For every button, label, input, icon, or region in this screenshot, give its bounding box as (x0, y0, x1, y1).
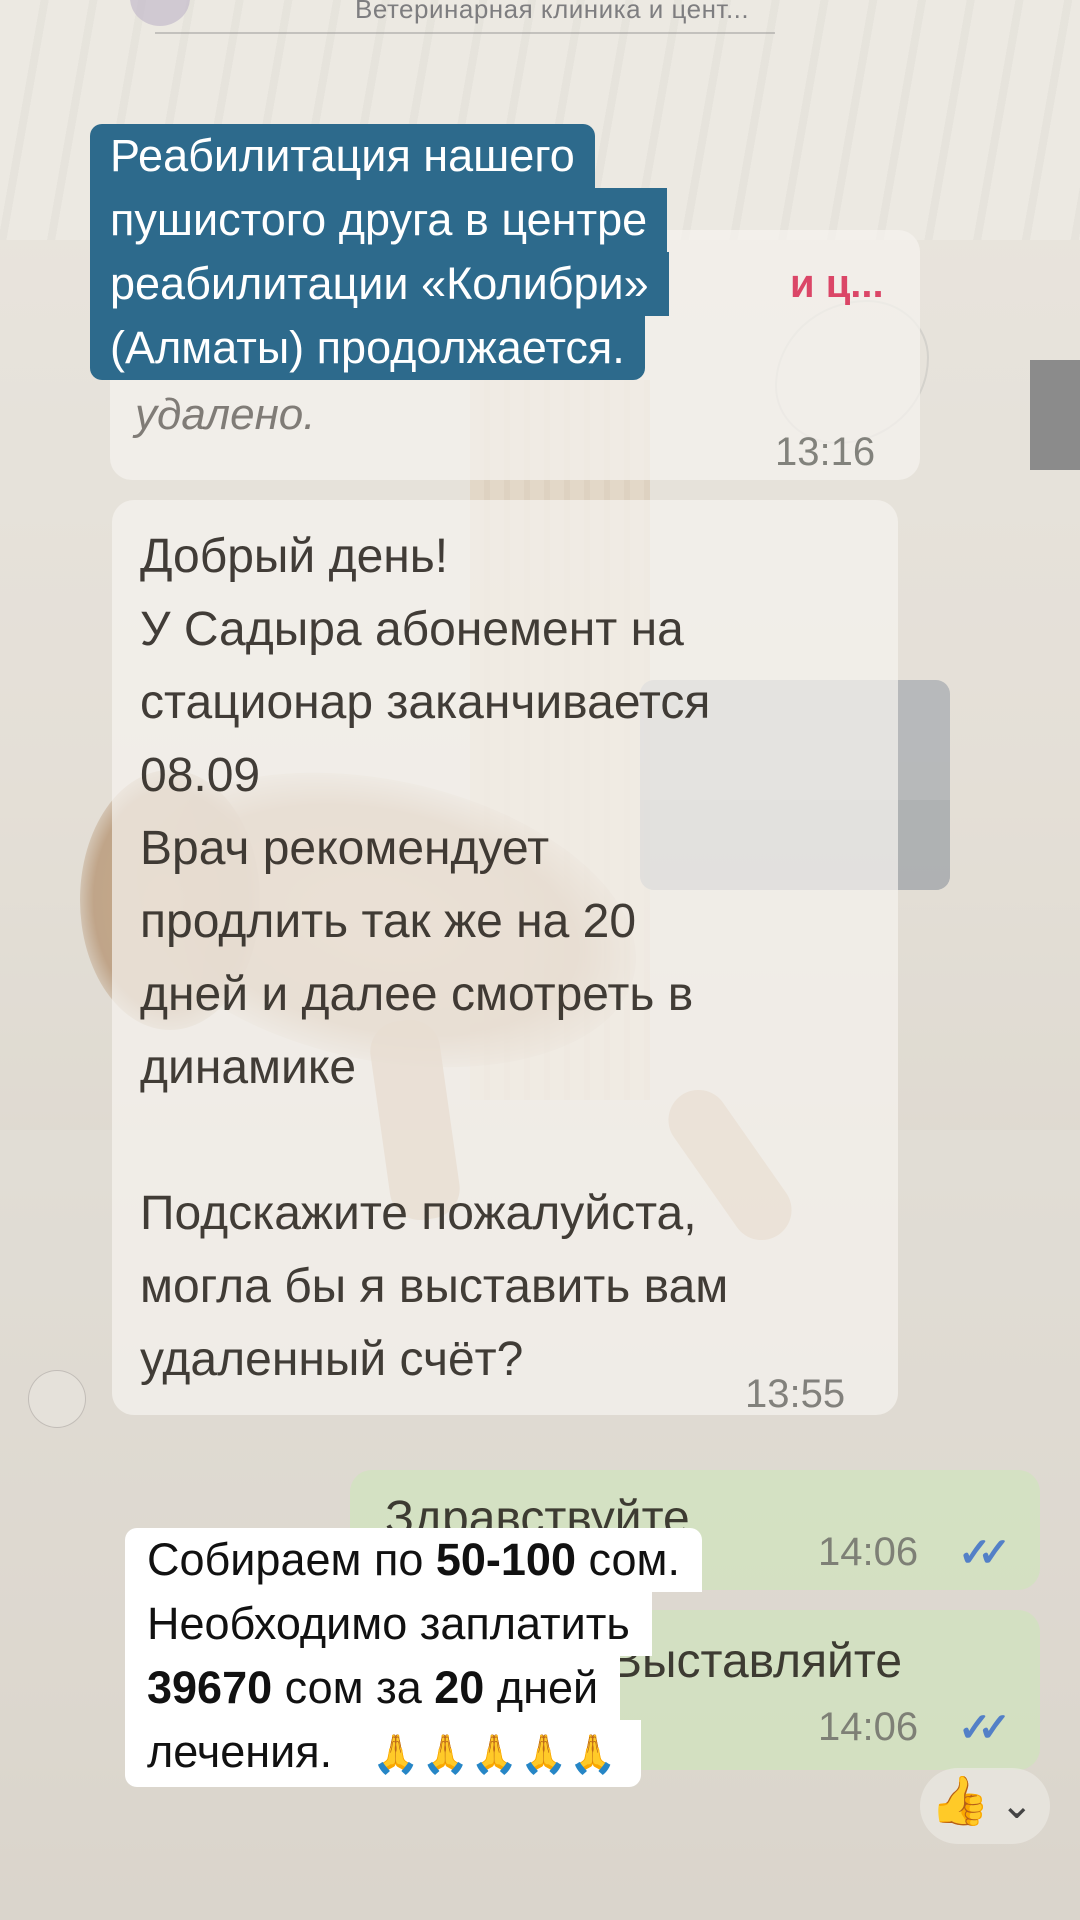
message-time: 13:16 (775, 430, 876, 474)
incoming-message-text: Добрый день! У Садыра абонемент на стаци… (140, 530, 729, 1386)
read-ticks-icon: ✓✓ (958, 1706, 1011, 1750)
caption-line: реабилитации «Колибри» (90, 252, 669, 316)
caption-text: сом за (272, 1662, 435, 1713)
caption-text: сом. (575, 1534, 680, 1585)
message-time: 13:55 (745, 1372, 846, 1416)
message-time: 14:06 (818, 1705, 919, 1749)
caption-amount: 39670 (147, 1662, 273, 1713)
chat-title[interactable]: Ветеринарная клиника и цент... (355, 0, 749, 25)
caption-line: Собираем по 50-100 сом. (125, 1528, 702, 1592)
caption-text: дней (484, 1662, 599, 1713)
thumbs-up-icon[interactable]: 👍 (930, 1772, 990, 1829)
message-time: 14:06 (818, 1530, 919, 1574)
top-caption: Реабилитация нашего пушистого друга в це… (90, 124, 669, 380)
chevron-down-icon[interactable]: ⌄ (1000, 1782, 1034, 1828)
bottom-caption: Собираем по 50-100 сом. Необходимо запла… (125, 1528, 702, 1787)
praying-hands-icon: 🙏🙏🙏🙏🙏 (372, 1734, 619, 1776)
deleted-message-text: удалено. (135, 390, 316, 439)
caption-line: лечения. 🙏🙏🙏🙏🙏 (125, 1720, 641, 1787)
reply-sender-name: и ц... (790, 262, 884, 306)
caption-line: пушистого друга в центре (90, 188, 668, 252)
caption-line: 39670 сом за 20 дней (125, 1656, 621, 1720)
caption-line: Реабилитация нашего (90, 124, 595, 188)
caption-line: (Алматы) продолжается. (90, 316, 645, 380)
caption-text: лечения. (147, 1726, 333, 1777)
kolibri-logo-icon (28, 1370, 86, 1428)
caption-amount: 50-100 (435, 1534, 576, 1585)
caption-text: Собираем по (147, 1534, 436, 1585)
caption-amount: 20 (434, 1662, 485, 1713)
header-divider (155, 32, 775, 34)
caption-line: Необходимо заплатить (125, 1592, 652, 1656)
read-ticks-icon: ✓✓ (958, 1531, 1011, 1575)
